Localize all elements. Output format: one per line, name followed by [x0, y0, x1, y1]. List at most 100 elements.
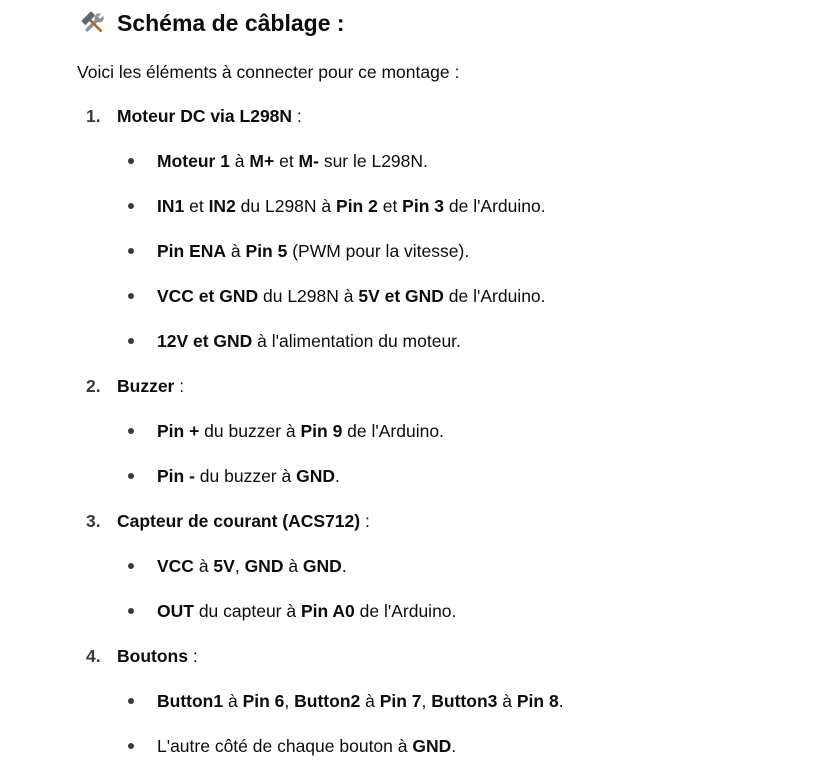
section-title-suffix: :	[292, 106, 302, 126]
list-item-text: Pin + du buzzer à Pin 9 de l'Arduino.	[157, 418, 444, 444]
bold-term: Button2	[294, 691, 361, 711]
bullet-dot	[128, 743, 134, 749]
bold-term: Pin +	[157, 421, 200, 441]
section-number: 1.	[86, 106, 101, 126]
list-item-text: VCC et GND du L298N à 5V et GND de l'Ard…	[157, 283, 546, 309]
section-title-suffix: :	[360, 511, 370, 531]
text-segment: ,	[284, 691, 295, 711]
text-segment: à	[283, 556, 303, 576]
hammer-and-wrench-icon	[80, 10, 107, 37]
section-title-text: Capteur de courant (ACS712)	[117, 511, 361, 531]
section-title-text: Boutons	[117, 646, 188, 666]
section-number: 2.	[86, 376, 101, 396]
bold-term: GND	[302, 556, 342, 576]
text-segment: de l'Arduino.	[342, 421, 444, 441]
bullet-dot	[128, 248, 134, 254]
text-segment: à	[193, 556, 214, 576]
text-segment: et	[377, 196, 403, 216]
text-segment: de l'Arduino.	[444, 196, 546, 216]
list-item-text: Button1 à Pin 6, Button2 à Pin 7, Button…	[157, 688, 564, 714]
bold-term: VCC	[157, 556, 194, 576]
section-title-text: Moteur DC via L298N	[117, 106, 293, 126]
text-segment: .	[451, 736, 457, 756]
bullet-dot	[128, 608, 134, 614]
bullet-dot	[128, 473, 134, 479]
list-item-text: VCC à 5V, GND à GND.	[157, 553, 347, 579]
text-segment: de l'Arduino.	[354, 601, 457, 621]
text-segment: à	[497, 691, 517, 711]
list-item-text: Pin - du buzzer à GND.	[157, 463, 340, 489]
text-segment: .	[341, 556, 347, 576]
text-segment: .	[334, 466, 340, 486]
section-title-suffix: :	[174, 376, 185, 396]
bullet-dot	[128, 338, 134, 344]
bold-term: Pin A0	[300, 601, 355, 621]
bold-term: GND	[244, 556, 284, 576]
section-title-suffix: :	[187, 646, 198, 666]
bold-term: Pin 8	[516, 691, 559, 711]
bullet-dot	[128, 158, 134, 164]
bold-term: GND	[412, 736, 452, 756]
text-segment: à	[226, 241, 246, 261]
text-segment: du capteur à	[193, 601, 301, 621]
bold-term: Pin -	[157, 466, 195, 486]
bold-term: 5V	[213, 556, 235, 576]
bold-term: OUT	[157, 601, 194, 621]
bold-term: Pin 6	[242, 691, 285, 711]
bullet-dot	[128, 293, 134, 299]
section-number: 4.	[86, 646, 101, 666]
text-segment: de l'Arduino.	[443, 286, 546, 306]
section-title: Capteur de courant (ACS712) :	[117, 508, 370, 534]
bullet-dot	[128, 428, 134, 434]
bold-term: Button3	[431, 691, 498, 711]
bullet-dot	[128, 203, 134, 209]
bullet-dot	[128, 698, 134, 704]
list-item-text: Pin ENA à Pin 5 (PWM pour la vitesse).	[157, 238, 469, 264]
list-item-text: 12V et GND à l'alimentation du moteur.	[157, 328, 461, 354]
text-segment: .	[558, 691, 564, 711]
text-segment: à	[223, 691, 243, 711]
bold-term: IN1	[157, 196, 185, 216]
text-segment: du L298N à	[258, 286, 359, 306]
text-segment: du buzzer à	[194, 466, 297, 486]
bold-term: 12V et GND	[157, 331, 253, 351]
bold-term: M+	[249, 151, 275, 171]
bold-term: Pin 7	[379, 691, 422, 711]
text-segment: L'autre côté de chaque bouton à	[157, 736, 413, 756]
text-segment: ,	[234, 556, 245, 576]
section-number: 3.	[86, 511, 101, 531]
text-segment: et	[274, 151, 299, 171]
bold-term: Pin ENA	[157, 241, 227, 261]
bold-term: Moteur 1	[157, 151, 230, 171]
bullet-dot	[128, 563, 134, 569]
list-item-text: IN1 et IN2 du L298N à Pin 2 et Pin 3 de …	[157, 193, 546, 219]
text-segment: à l'alimentation du moteur.	[252, 331, 461, 351]
bold-term: Pin 3	[402, 196, 444, 216]
text-segment: du L298N à	[235, 196, 337, 216]
text-segment: sur le L298N.	[318, 151, 428, 171]
bold-term: 5V et GND	[358, 286, 444, 306]
list-item-text: Moteur 1 à M+ et M- sur le L298N.	[157, 148, 428, 174]
text-segment: ,	[421, 691, 432, 711]
heading-text: Schéma de câblage :	[117, 9, 345, 36]
bold-term: Pin 2	[336, 196, 378, 216]
text-segment: à	[229, 151, 250, 171]
bold-term: Pin 9	[300, 421, 343, 441]
bold-term: GND	[296, 466, 335, 486]
bold-term: Pin 5	[245, 241, 288, 261]
intro-paragraph: Voici les éléments à connecter pour ce m…	[77, 62, 460, 82]
section-title: Buzzer :	[117, 373, 184, 399]
text-segment: et	[184, 196, 209, 216]
bold-term: Button1	[157, 691, 224, 711]
section-heading: Schéma de câblage :	[80, 6, 345, 40]
section-title: Moteur DC via L298N :	[117, 103, 302, 129]
bold-term: IN2	[208, 196, 236, 216]
list-item-text: OUT du capteur à Pin A0 de l'Arduino.	[157, 598, 456, 624]
text-segment: à	[360, 691, 380, 711]
section-title-text: Buzzer	[117, 376, 175, 396]
section-title: Boutons :	[117, 643, 198, 669]
bold-term: M-	[298, 151, 319, 171]
text-segment: (PWM pour la vitesse).	[287, 241, 470, 261]
text-segment: du buzzer à	[199, 421, 301, 441]
list-item-text: L'autre côté de chaque bouton à GND.	[157, 733, 456, 759]
